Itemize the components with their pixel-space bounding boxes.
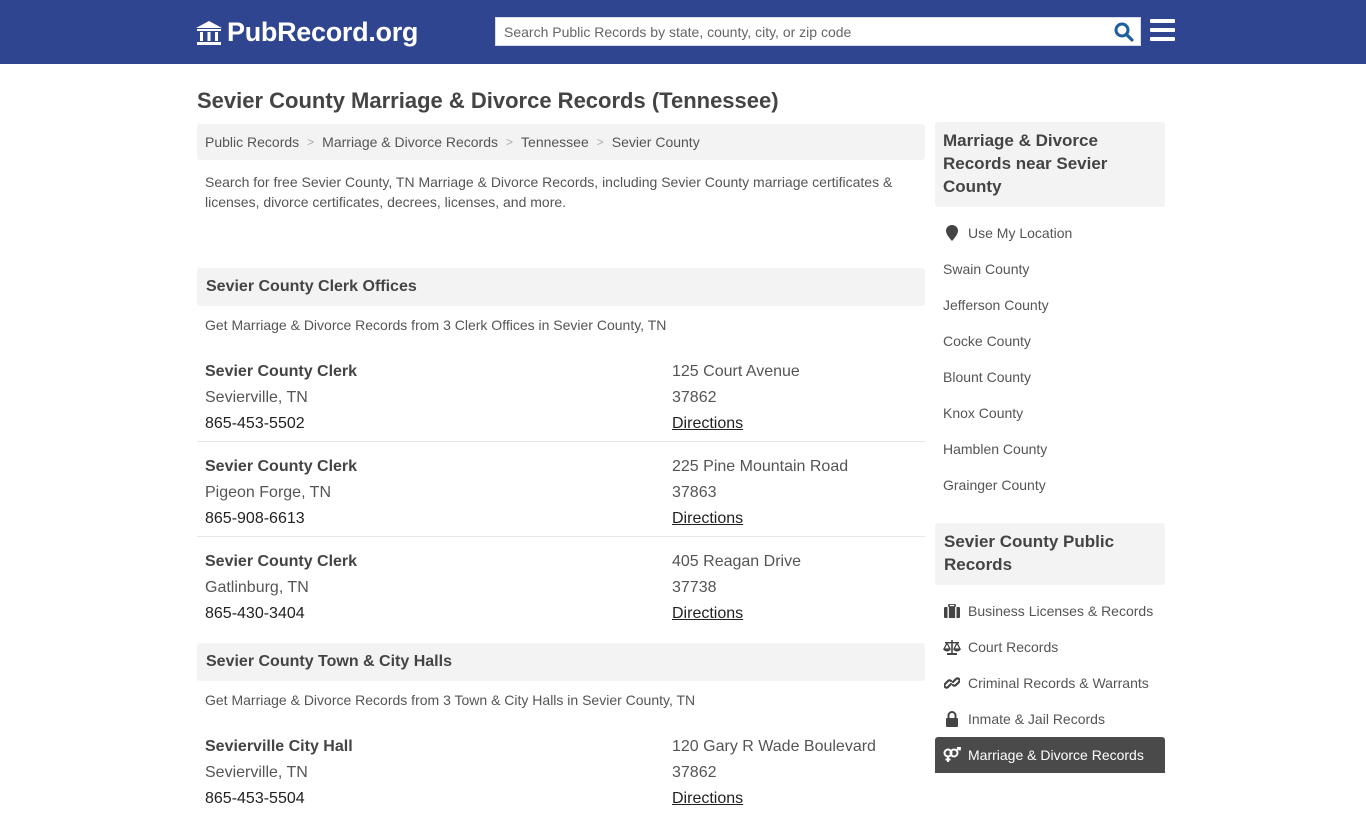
sidebar-item-criminal-records[interactable]: Criminal Records & Warrants <box>935 665 1165 701</box>
nearby-county-link[interactable]: Blount County <box>935 359 1165 395</box>
directions-link[interactable]: Directions <box>672 790 743 807</box>
sidebar-item-inmate-records[interactable]: Inmate & Jail Records <box>935 701 1165 737</box>
map-marker-icon <box>943 225 961 241</box>
top-navbar: PubRecord.org <box>0 0 1366 64</box>
breadcrumb-separator: > <box>307 135 315 149</box>
link-icon <box>943 675 961 691</box>
nearby-county-link[interactable]: Grainger County <box>935 467 1165 503</box>
directions-link[interactable]: Directions <box>672 415 743 432</box>
office-phone[interactable]: 865-430-3404 <box>205 601 672 627</box>
office-city: Pigeon Forge, TN <box>205 484 331 501</box>
breadcrumb-marriage-divorce[interactable]: Marriage & Divorce Records <box>322 134 498 150</box>
sidebar-item-business-licenses[interactable]: Business Licenses & Records <box>935 593 1165 629</box>
sidebar-item-label: Business Licenses & Records <box>968 603 1154 619</box>
office-zip: 37863 <box>672 484 717 501</box>
directions-link[interactable]: Directions <box>672 510 743 527</box>
site-logo[interactable]: PubRecord.org <box>195 17 418 48</box>
bank-building-icon <box>196 20 222 45</box>
nearby-county-link[interactable]: Hamblen County <box>935 431 1165 467</box>
office-city: Sevierville, TN <box>205 764 308 781</box>
breadcrumb-separator: > <box>506 135 514 149</box>
search-input[interactable] <box>496 18 1108 45</box>
search-bar <box>495 17 1141 46</box>
sidebar-item-court-records[interactable]: Court Records <box>935 629 1165 665</box>
use-my-location-label: Use My Location <box>968 225 1073 241</box>
office-entry: Sevier County Clerk Gatlinburg, TN 865-4… <box>197 537 925 643</box>
breadcrumb-separator: > <box>596 135 604 149</box>
intro-text: Search for free Sevier County, TN Marria… <box>205 174 893 210</box>
gender-icon <box>943 747 961 763</box>
office-zip: 37862 <box>672 389 717 406</box>
sidebar-nearby-heading: Marriage & Divorce Records near Sevier C… <box>935 122 1165 207</box>
office-entry: Sevier County Clerk Sevierville, TN 865-… <box>197 347 925 442</box>
nearby-county-link[interactable]: Swain County <box>935 251 1165 287</box>
office-name: Sevier County Clerk <box>205 363 358 380</box>
directions-link[interactable]: Directions <box>672 605 743 622</box>
search-button[interactable] <box>1108 18 1140 45</box>
sidebar-item-label: Inmate & Jail Records <box>968 711 1105 727</box>
office-address: 120 Gary R Wade Boulevard <box>672 738 876 755</box>
nearby-county-list: Use My Location Swain County Jefferson C… <box>935 207 1165 503</box>
public-records-list: Business Licenses & Records Court Record… <box>935 585 1165 773</box>
sidebar-public-records-heading: Sevier County Public Records <box>935 523 1165 585</box>
breadcrumb-sevier-county[interactable]: Sevier County <box>612 134 700 150</box>
scale-icon <box>943 639 961 655</box>
hamburger-menu-button[interactable] <box>1150 19 1175 41</box>
office-address: 125 Court Avenue <box>672 363 800 380</box>
breadcrumb-public-records[interactable]: Public Records <box>205 134 299 150</box>
briefcase-icon <box>943 603 961 619</box>
office-phone[interactable]: 865-453-5504 <box>205 786 672 812</box>
use-my-location-button[interactable]: Use My Location <box>935 215 1165 251</box>
logo-text: PubRecord.org <box>227 17 419 47</box>
breadcrumb: Public Records > Marriage & Divorce Reco… <box>197 124 925 160</box>
office-phone[interactable]: 865-453-5502 <box>205 411 672 437</box>
office-phone[interactable]: 865-908-6613 <box>205 506 672 532</box>
office-address: 405 Reagan Drive <box>672 553 801 570</box>
section-subtitle: Get Marriage & Divorce Records from 3 Cl… <box>205 317 667 333</box>
office-zip: 37738 <box>672 579 717 596</box>
nearby-county-link[interactable]: Jefferson County <box>935 287 1165 323</box>
nearby-county-link[interactable]: Cocke County <box>935 323 1165 359</box>
search-icon <box>1114 22 1134 42</box>
page-title: Sevier County Marriage & Divorce Records… <box>197 88 779 113</box>
lock-icon <box>943 711 961 727</box>
section-heading-clerk-offices: Sevier County Clerk Offices <box>197 268 925 306</box>
office-entry: Sevier County Clerk Pigeon Forge, TN 865… <box>197 442 925 537</box>
office-zip: 37862 <box>672 764 717 781</box>
section-heading-city-halls: Sevier County Town & City Halls <box>197 643 925 681</box>
breadcrumb-tennessee[interactable]: Tennessee <box>521 134 589 150</box>
hamburger-icon-bar <box>1150 19 1175 23</box>
office-name: Sevier County Clerk <box>205 458 358 475</box>
office-name: Sevierville City Hall <box>205 738 353 755</box>
nearby-county-link[interactable]: Knox County <box>935 395 1165 431</box>
main-content: Public Records > Marriage & Divorce Reco… <box>197 124 925 817</box>
office-city: Gatlinburg, TN <box>205 579 309 596</box>
sidebar-item-label: Marriage & Divorce Records <box>968 747 1144 763</box>
office-name: Sevier County Clerk <box>205 553 358 570</box>
office-entry: Sevierville City Hall Sevierville, TN 86… <box>197 722 925 817</box>
hamburger-icon-bar <box>1150 37 1175 41</box>
hamburger-icon-bar <box>1150 28 1175 32</box>
office-city: Sevierville, TN <box>205 389 308 406</box>
sidebar: Marriage & Divorce Records near Sevier C… <box>935 122 1165 773</box>
sidebar-item-label: Criminal Records & Warrants <box>968 675 1149 691</box>
office-address: 225 Pine Mountain Road <box>672 458 849 475</box>
sidebar-item-label: Court Records <box>968 639 1059 655</box>
section-subtitle: Get Marriage & Divorce Records from 3 To… <box>205 692 696 708</box>
